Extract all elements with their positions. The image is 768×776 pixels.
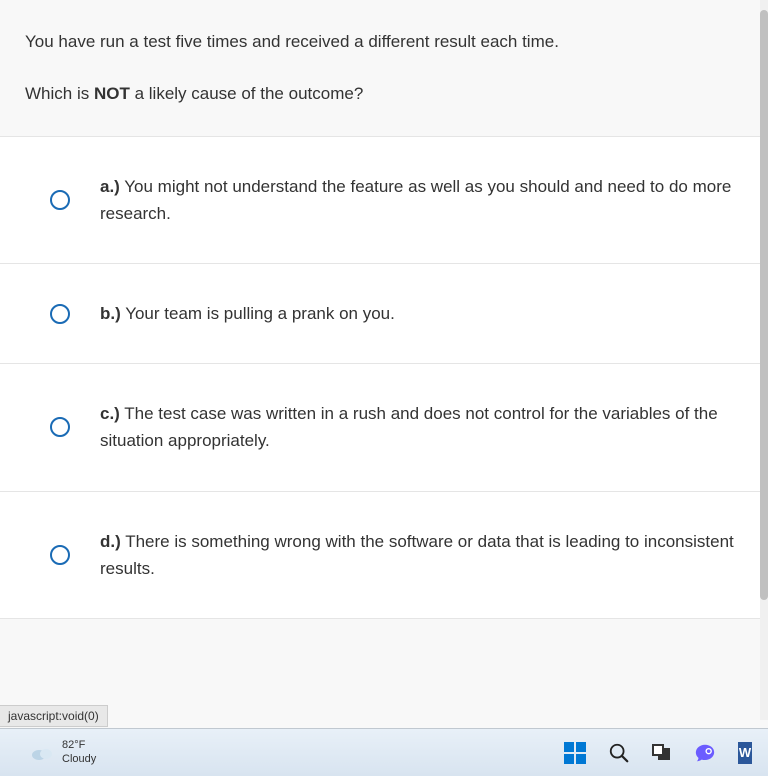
chat-button[interactable] — [694, 742, 716, 764]
weather-widget[interactable]: 82°F Cloudy — [30, 739, 96, 765]
word-icon: W — [738, 742, 752, 764]
option-letter: a.) — [100, 177, 120, 196]
option-body: There is something wrong with the softwa… — [100, 532, 734, 578]
start-button[interactable] — [564, 742, 586, 764]
search-button[interactable] — [608, 742, 630, 764]
option-letter: c.) — [100, 404, 120, 423]
search-icon — [608, 742, 630, 764]
chat-icon — [694, 742, 716, 764]
question-intro: You have run a test five times and recei… — [25, 30, 743, 54]
scrollbar-track[interactable] — [760, 0, 768, 720]
option-c[interactable]: c.) The test case was written in a rush … — [0, 364, 768, 491]
option-d[interactable]: d.) There is something wrong with the so… — [0, 492, 768, 619]
radio-button[interactable] — [50, 545, 70, 565]
task-view-button[interactable] — [652, 744, 672, 762]
weather-temp: 82°F — [62, 739, 96, 752]
radio-button[interactable] — [50, 190, 70, 210]
question-header: You have run a test five times and recei… — [0, 0, 768, 136]
taskbar: 82°F Cloudy — [0, 728, 768, 776]
option-text: a.) You might not understand the feature… — [100, 173, 743, 227]
option-b[interactable]: b.) Your team is pulling a prank on you. — [0, 264, 768, 364]
weather-condition: Cloudy — [62, 753, 96, 766]
browser-status-bar: javascript:void(0) — [0, 705, 108, 727]
status-text: javascript:void(0) — [8, 709, 99, 723]
weather-text: 82°F Cloudy — [62, 739, 96, 765]
prompt-before: Which is — [25, 84, 94, 103]
options-list: a.) You might not understand the feature… — [0, 136, 768, 619]
radio-button[interactable] — [50, 304, 70, 324]
taskbar-right: W — [564, 742, 758, 764]
prompt-bold: NOT — [94, 84, 130, 103]
option-text: c.) The test case was written in a rush … — [100, 400, 743, 454]
question-prompt: Which is NOT a likely cause of the outco… — [25, 82, 743, 106]
word-app-button[interactable]: W — [738, 742, 752, 764]
option-letter: b.) — [100, 304, 121, 323]
radio-wrap — [50, 304, 100, 324]
option-body: You might not understand the feature as … — [100, 177, 731, 223]
option-text: b.) Your team is pulling a prank on you. — [100, 300, 743, 327]
prompt-after: a likely cause of the outcome? — [130, 84, 363, 103]
option-text: d.) There is something wrong with the so… — [100, 528, 743, 582]
windows-icon — [564, 742, 586, 764]
option-body: The test case was written in a rush and … — [100, 404, 718, 450]
option-a[interactable]: a.) You might not understand the feature… — [0, 136, 768, 264]
scrollbar-thumb[interactable] — [760, 10, 768, 600]
radio-wrap — [50, 190, 100, 210]
cloud-icon — [30, 744, 54, 762]
task-view-icon — [652, 744, 672, 762]
option-letter: d.) — [100, 532, 121, 551]
option-body: Your team is pulling a prank on you. — [121, 304, 395, 323]
radio-wrap — [50, 545, 100, 565]
radio-button[interactable] — [50, 417, 70, 437]
radio-wrap — [50, 417, 100, 437]
